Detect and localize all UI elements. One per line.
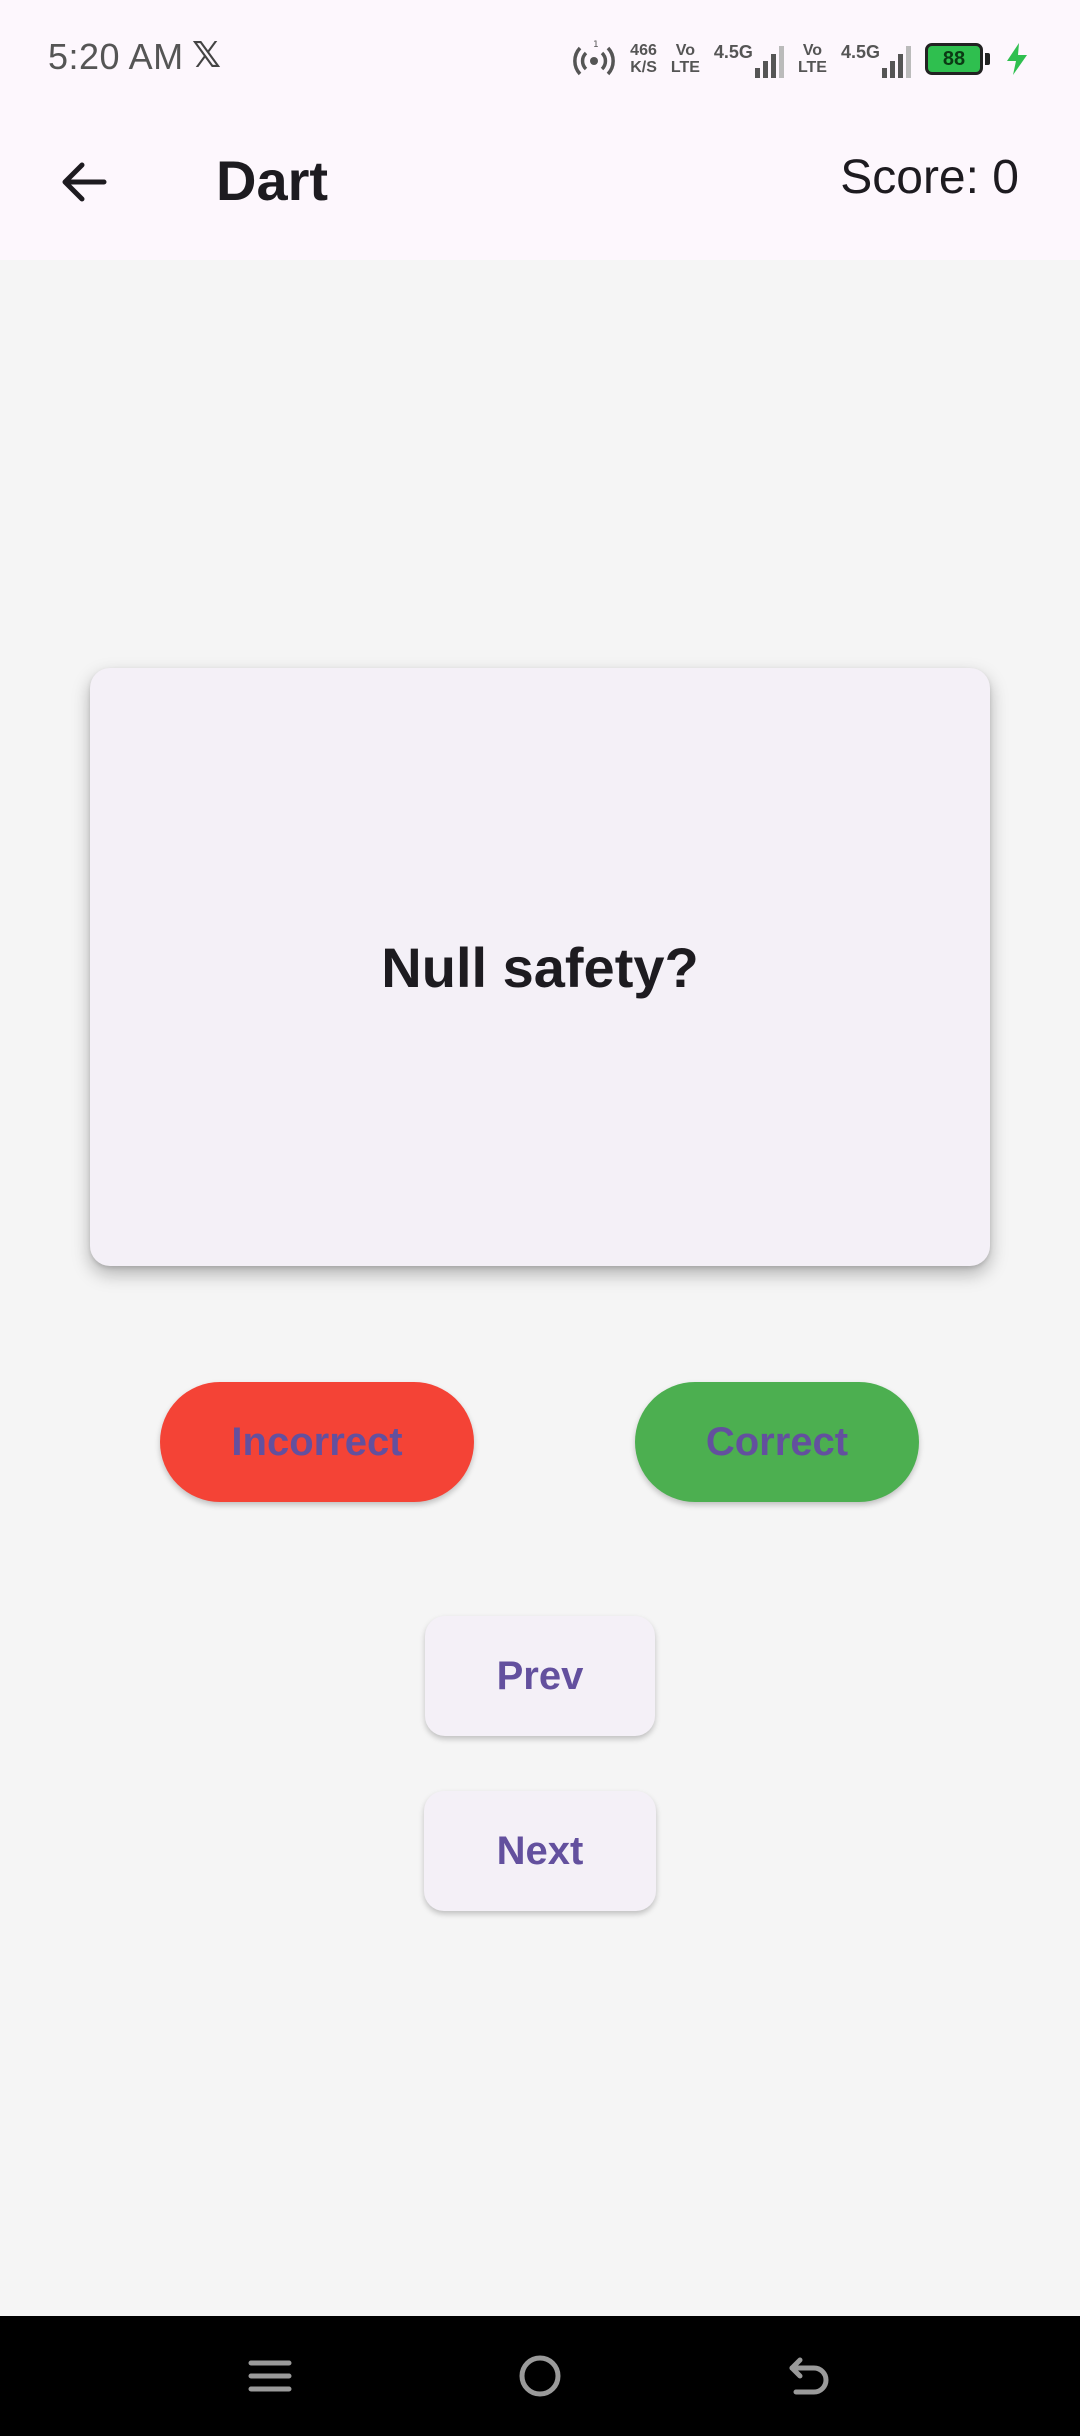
sim1-volte-top: Vo: [675, 42, 696, 59]
battery-level: 88: [942, 47, 966, 70]
app-bar: Dart Score: 0: [0, 118, 1080, 260]
sim2-volte-bottom: LTE: [797, 59, 827, 76]
flashcard-question: Null safety?: [381, 935, 699, 999]
x-app-icon: 𝕏: [192, 34, 222, 75]
sim2-signal: 4.5G: [841, 40, 911, 78]
sim1-signal: 4.5G: [714, 40, 784, 78]
status-bar: 5:20 AM 𝕏 1 466 K/S Vo LTE 4.5G Vo LTE 4…: [0, 0, 1080, 118]
score-label: Score: 0: [840, 151, 1019, 204]
prev-button[interactable]: Prev: [425, 1616, 655, 1736]
sim1-volte-bottom: LTE: [670, 59, 700, 76]
back-button[interactable]: [48, 146, 120, 218]
flashcard[interactable]: Null safety?: [90, 668, 990, 1266]
net-speed-unit: K/S: [630, 59, 657, 76]
next-button[interactable]: Next: [424, 1791, 656, 1911]
back-icon[interactable]: [780, 2346, 840, 2406]
sim1-volte: Vo LTE: [671, 42, 700, 76]
charging-icon: [1007, 43, 1027, 75]
sim1-network-label: 4.5G: [713, 42, 753, 62]
signal-icon: [882, 44, 911, 78]
prev-button-label: Prev: [496, 1653, 584, 1698]
svg-text:1: 1: [593, 40, 599, 50]
correct-button[interactable]: Correct: [635, 1382, 919, 1502]
battery-cap: [985, 53, 990, 65]
next-button-label: Next: [496, 1828, 584, 1873]
net-speed-value: 466: [630, 42, 657, 59]
system-nav-bar: [0, 2316, 1080, 2436]
status-indicators: 1 466 K/S Vo LTE 4.5G Vo LTE 4.5G 88: [572, 34, 1030, 84]
sim2-volte-top: Vo: [802, 42, 823, 59]
battery-icon: 88: [925, 43, 983, 75]
correct-button-label: Correct: [705, 1419, 849, 1464]
menu-icon[interactable]: [240, 2346, 300, 2406]
arrow-left-icon: [62, 162, 107, 202]
hotspot-icon: 1: [573, 40, 616, 76]
sim2-volte: Vo LTE: [798, 42, 827, 76]
home-icon[interactable]: [510, 2346, 570, 2406]
net-speed: 466 K/S: [630, 42, 657, 76]
page-title: Dart: [216, 149, 329, 212]
status-time: 5:20 AM: [48, 36, 184, 77]
incorrect-button-label: Incorrect: [231, 1419, 403, 1464]
signal-icon: [754, 44, 784, 78]
sim2-network-label: 4.5G: [840, 42, 880, 62]
incorrect-button[interactable]: Incorrect: [160, 1382, 474, 1502]
